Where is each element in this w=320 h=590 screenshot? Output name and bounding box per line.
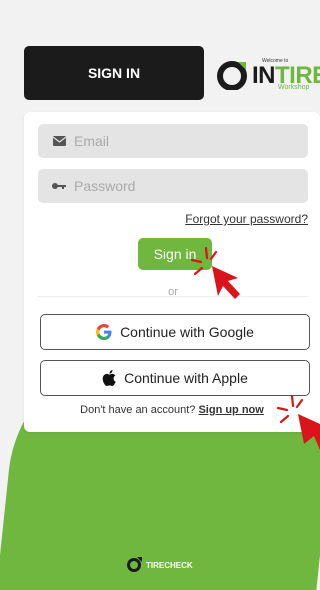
email-field[interactable]: Email xyxy=(38,124,308,158)
sign-in-tab-label: SIGN IN xyxy=(87,65,141,81)
click-cursor-icon xyxy=(190,246,240,299)
logo-brand-in: IN xyxy=(252,62,276,89)
continue-with-apple-button[interactable]: Continue with Apple xyxy=(40,360,310,396)
key-icon xyxy=(52,182,66,190)
sign-in-tab[interactable]: SIGN IN xyxy=(24,46,204,100)
password-placeholder: Password xyxy=(74,178,136,194)
login-card: Email Password Forgot your password? Sig… xyxy=(24,112,320,432)
intire-logo: Welcome to INTIRE Workshop xyxy=(216,54,320,94)
tirecheck-footer-logo: TIRECHECK xyxy=(126,557,193,573)
forgot-password-link[interactable]: Forgot your password? xyxy=(185,212,308,226)
apple-button-label: Continue with Apple xyxy=(124,370,248,386)
email-placeholder: Email xyxy=(74,133,110,149)
google-button-label: Continue with Google xyxy=(120,324,254,340)
click-cursor-icon-secondary xyxy=(276,394,320,450)
tirecheck-brand: TIRECHECK xyxy=(146,560,193,570)
sign-up-link[interactable]: Sign up now xyxy=(198,404,263,416)
google-icon xyxy=(96,324,112,340)
logo-workshop-text: Workshop xyxy=(278,84,310,91)
or-divider: or xyxy=(38,280,308,300)
tirecheck-logo-icon xyxy=(127,557,142,572)
apple-icon xyxy=(102,370,116,386)
envelope-icon xyxy=(52,136,66,146)
no-account-text: Don't have an account? xyxy=(80,404,196,416)
password-field[interactable]: Password xyxy=(38,169,308,203)
or-text: or xyxy=(168,286,178,298)
intire-logo-mark-icon xyxy=(217,61,247,90)
continue-with-google-button[interactable]: Continue with Google xyxy=(40,314,310,350)
